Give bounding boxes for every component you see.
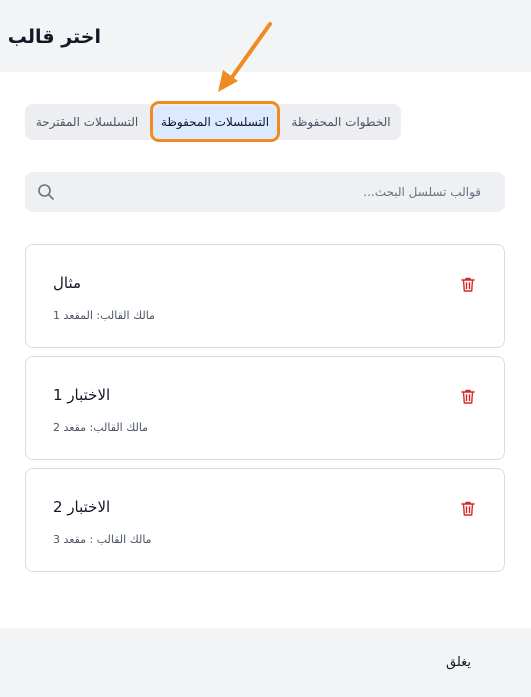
template-owner: مالك القالب: مقعد 2 xyxy=(53,421,149,434)
tab-saved-steps[interactable]: الخطوات المحفوظة xyxy=(281,104,401,140)
trash-icon[interactable] xyxy=(460,276,476,293)
template-card[interactable]: مثال مالك القالب: المقعد 1 xyxy=(25,244,505,348)
trash-icon[interactable] xyxy=(460,500,476,517)
template-owner: مالك القالب : مقعد 3 xyxy=(53,533,152,546)
template-name: الاختبار 2 xyxy=(53,498,111,516)
tab-suggested-sequences[interactable]: التسلسلات المقترحة xyxy=(25,104,149,140)
search-icon xyxy=(38,184,54,200)
template-name: مثال xyxy=(53,274,82,292)
modal-footer: يغلق xyxy=(0,628,531,697)
search-input[interactable] xyxy=(81,172,481,212)
template-owner: مالك القالب: المقعد 1 xyxy=(53,309,155,322)
close-button[interactable]: يغلق xyxy=(446,652,471,672)
modal-title: اختر قالب xyxy=(7,26,101,48)
trash-icon[interactable] xyxy=(460,388,476,405)
template-card[interactable]: الاختبار 1 مالك القالب: مقعد 2 xyxy=(25,356,505,460)
annotation-arrow-icon xyxy=(218,22,272,92)
annotation-highlight-box xyxy=(150,101,280,142)
search-box xyxy=(25,172,505,212)
template-card[interactable]: الاختبار 2 مالك القالب : مقعد 3 xyxy=(25,468,505,572)
template-name: الاختبار 1 xyxy=(53,386,111,404)
